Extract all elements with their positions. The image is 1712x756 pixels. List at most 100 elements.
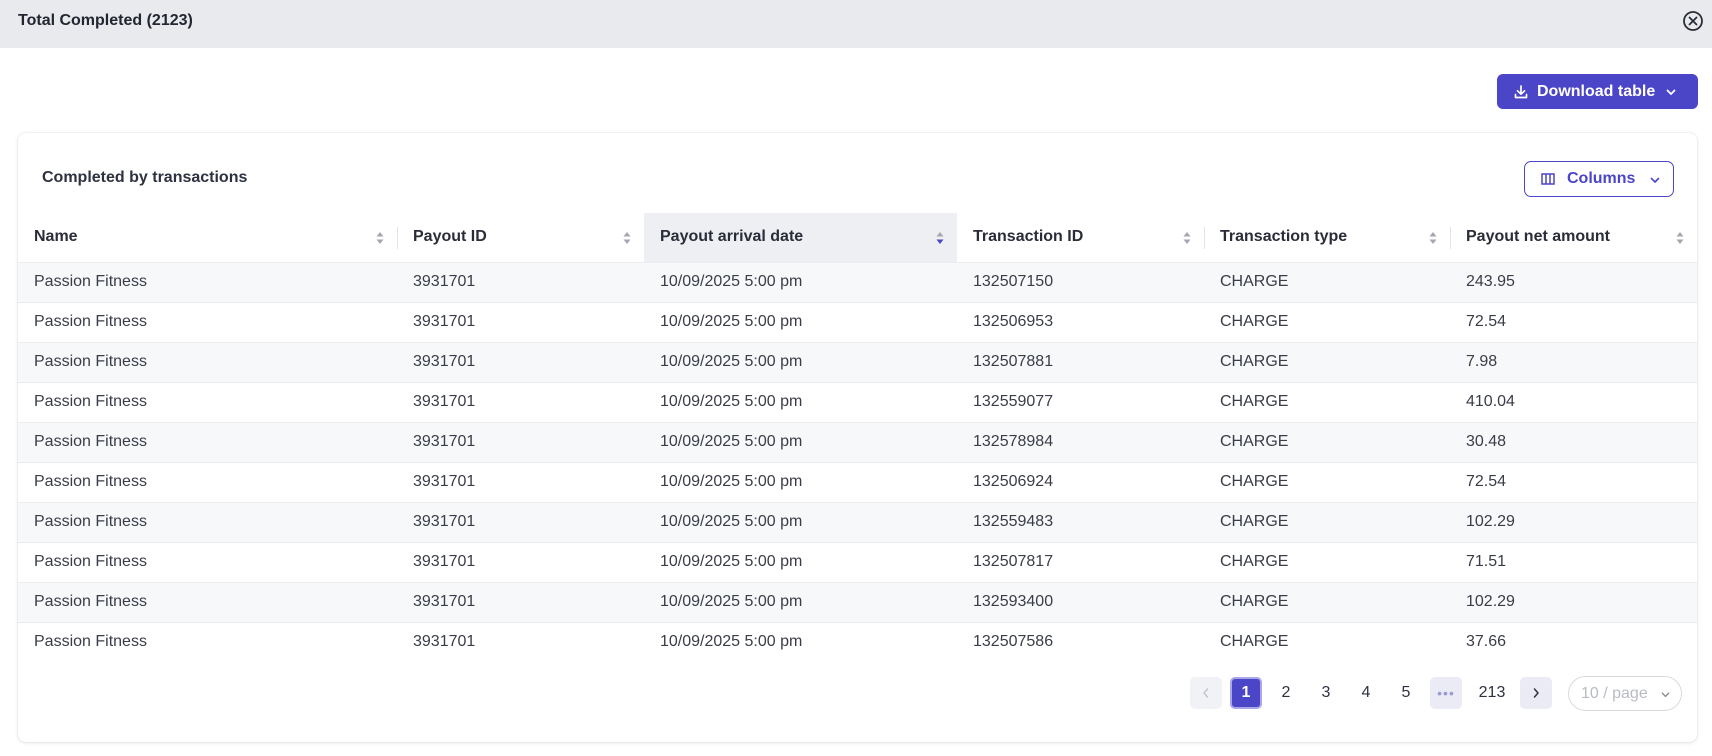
cell-transaction-type: CHARGE [1204,341,1450,382]
cell-payout-arrival-date: 10/09/2025 5:00 pm [644,261,957,302]
cell-transaction-id: 132593400 [957,581,1204,622]
table-row[interactable]: Passion Fitness 3931701 10/09/2025 5:00 … [18,261,1697,302]
page-last-button[interactable]: 213 [1472,677,1512,709]
cell-payout-id: 3931701 [397,381,644,422]
cell-payout-arrival-date: 10/09/2025 5:00 pm [644,421,957,462]
table-row[interactable]: Passion Fitness 3931701 10/09/2025 5:00 … [18,421,1697,462]
table-row[interactable]: Passion Fitness 3931701 10/09/2025 5:00 … [18,341,1697,382]
table-row[interactable]: Passion Fitness 3931701 10/09/2025 5:00 … [18,501,1697,542]
column-header-payout-net-amount[interactable]: Payout net amount [1450,213,1697,262]
cell-name: Passion Fitness [18,461,397,502]
sort-icon[interactable] [622,230,632,246]
columns-label: Columns [1567,170,1636,187]
cell-payout-net-amount: 71.51 [1450,541,1697,582]
cell-payout-net-amount: 243.95 [1450,261,1697,302]
cell-transaction-type: CHARGE [1204,461,1450,502]
cell-transaction-id: 132506953 [957,301,1204,342]
cell-name: Passion Fitness [18,421,397,462]
table-row[interactable]: Passion Fitness 3931701 10/09/2025 5:00 … [18,621,1697,662]
cell-payout-arrival-date: 10/09/2025 5:00 pm [644,621,957,662]
chevron-left-icon [1203,688,1209,698]
cell-payout-arrival-date: 10/09/2025 5:00 pm [644,541,957,582]
columns-icon [1541,173,1555,185]
cell-transaction-type: CHARGE [1204,301,1450,342]
modal-header: Total Completed (2123) [0,0,1712,48]
cell-payout-arrival-date: 10/09/2025 5:00 pm [644,381,957,422]
cell-name: Passion Fitness [18,541,397,582]
chevron-down-icon [1666,89,1676,95]
sort-icon[interactable] [1182,230,1192,246]
cell-payout-id: 3931701 [397,421,644,462]
close-icon[interactable] [1682,10,1704,32]
page-ellipsis-button[interactable]: ••• [1430,677,1462,709]
table-header-row: Name Payout ID Payout arrival date Trans… [18,213,1697,262]
chevron-right-icon [1533,688,1539,698]
download-table-button[interactable]: Download table [1497,74,1698,109]
pagination: 1 2 3 4 5 ••• 213 10 / page [18,676,1697,711]
column-header-payout-arrival-date[interactable]: Payout arrival date [644,213,957,262]
columns-button[interactable]: Columns [1524,161,1674,197]
cell-payout-arrival-date: 10/09/2025 5:00 pm [644,341,957,382]
cell-transaction-type: CHARGE [1204,421,1450,462]
cell-transaction-type: CHARGE [1204,581,1450,622]
page-2-button[interactable]: 2 [1270,677,1302,709]
cell-transaction-id: 132507881 [957,341,1204,382]
next-page-button[interactable] [1520,677,1552,709]
column-divider [1450,227,1451,249]
cell-transaction-type: CHARGE [1204,261,1450,302]
prev-page-button[interactable] [1190,677,1222,709]
page-5-button[interactable]: 5 [1390,677,1422,709]
page-size-select[interactable]: 10 / page [1568,676,1682,711]
cell-payout-arrival-date: 10/09/2025 5:00 pm [644,461,957,502]
modal-title: Total Completed (2123) [18,12,193,29]
page-1-button[interactable]: 1 [1230,677,1262,709]
table-row[interactable]: Passion Fitness 3931701 10/09/2025 5:00 … [18,301,1697,342]
table-row[interactable]: Passion Fitness 3931701 10/09/2025 5:00 … [18,581,1697,622]
table-row[interactable]: Passion Fitness 3931701 10/09/2025 5:00 … [18,381,1697,422]
cell-name: Passion Fitness [18,261,397,302]
cell-transaction-id: 132559077 [957,381,1204,422]
cell-payout-arrival-date: 10/09/2025 5:00 pm [644,501,957,542]
cell-payout-arrival-date: 10/09/2025 5:00 pm [644,301,957,342]
sort-icon[interactable] [1428,230,1438,246]
cell-payout-net-amount: 102.29 [1450,581,1697,622]
page-3-button[interactable]: 3 [1310,677,1342,709]
card-title: Completed by transactions [42,169,248,186]
cell-payout-id: 3931701 [397,541,644,582]
cell-payout-net-amount: 37.66 [1450,621,1697,662]
table-row[interactable]: Passion Fitness 3931701 10/09/2025 5:00 … [18,461,1697,502]
column-header-transaction-type[interactable]: Transaction type [1204,213,1450,262]
page-size-value: 10 / page [1581,684,1648,702]
column-header-name[interactable]: Name [18,213,397,262]
cell-transaction-id: 132507586 [957,621,1204,662]
column-header-payout-id[interactable]: Payout ID [397,213,644,262]
download-icon [1514,84,1528,98]
cell-payout-net-amount: 102.29 [1450,501,1697,542]
cell-payout-id: 3931701 [397,341,644,382]
column-divider [397,227,398,249]
cell-transaction-id: 132507150 [957,261,1204,302]
table-row[interactable]: Passion Fitness 3931701 10/09/2025 5:00 … [18,541,1697,582]
cell-payout-arrival-date: 10/09/2025 5:00 pm [644,581,957,622]
cell-payout-id: 3931701 [397,581,644,622]
cell-name: Passion Fitness [18,501,397,542]
cell-name: Passion Fitness [18,381,397,422]
cell-payout-net-amount: 72.54 [1450,301,1697,342]
sort-icon[interactable] [1675,230,1685,246]
cell-payout-id: 3931701 [397,301,644,342]
sort-icon[interactable] [935,230,945,246]
cell-payout-id: 3931701 [397,261,644,302]
column-header-transaction-id[interactable]: Transaction ID [957,213,1204,262]
chevron-down-icon [1650,177,1660,183]
sort-icon[interactable] [375,230,385,246]
cell-name: Passion Fitness [18,341,397,382]
cell-transaction-type: CHARGE [1204,381,1450,422]
page-4-button[interactable]: 4 [1350,677,1382,709]
cell-transaction-id: 132506924 [957,461,1204,502]
cell-transaction-type: CHARGE [1204,501,1450,542]
download-table-label: Download table [1537,82,1656,100]
cell-name: Passion Fitness [18,301,397,342]
cell-transaction-type: CHARGE [1204,621,1450,662]
transactions-card: Completed by transactions Columns Name P… [18,133,1697,742]
cell-transaction-id: 132559483 [957,501,1204,542]
